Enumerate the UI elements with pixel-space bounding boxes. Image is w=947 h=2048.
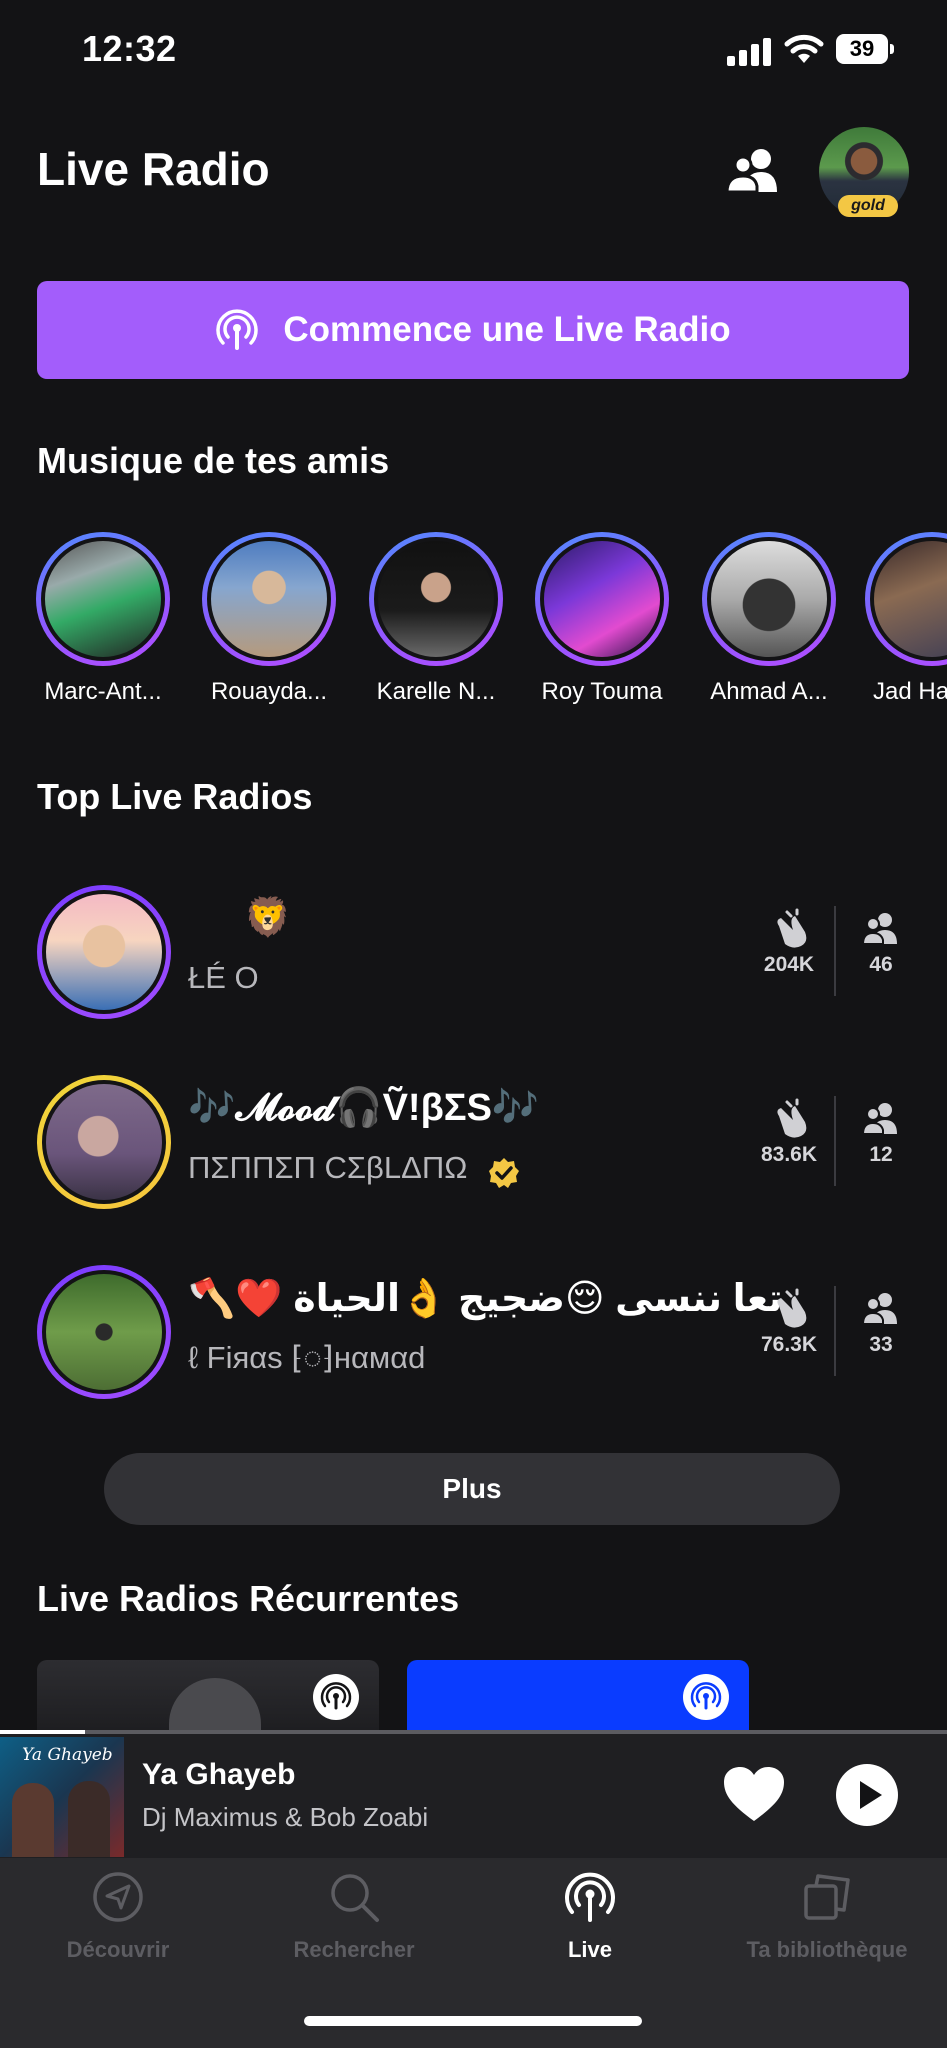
clap-count-value: 204K [763, 953, 815, 976]
radio-host-avatar [42, 1080, 166, 1204]
friend-name: Marc-Ant... [44, 678, 162, 705]
album-art-text: Ya Ghayeb [22, 1745, 113, 1765]
battery-icon: 39 [836, 34, 896, 64]
battery-level: 39 [836, 34, 888, 64]
start-live-radio-label: Commence une Live Radio [283, 310, 731, 349]
clap-count: 76.3K [744, 1286, 834, 1357]
start-live-radio-button[interactable]: Commence une Live Radio [37, 281, 909, 379]
playback-progress-track [0, 1730, 947, 1734]
clap-count: 204K [744, 906, 834, 977]
radio-host-ring [37, 1265, 171, 1399]
listeners-icon [861, 1103, 897, 1135]
listener-count: 46 [836, 906, 926, 977]
search-icon [331, 1874, 379, 1922]
recurring-radio-card[interactable] [407, 1660, 749, 1730]
radio-host-avatar [42, 1270, 166, 1394]
radio-host-ring [37, 885, 171, 1019]
home-indicator [304, 2016, 642, 2026]
page-title: Live Radio [37, 143, 270, 195]
friend-item[interactable]: Ahmad A... [699, 532, 839, 706]
listener-count-value: 46 [869, 953, 893, 976]
friend-item[interactable]: Karelle N... [366, 532, 506, 706]
album-art: Ya Ghayeb [0, 1737, 124, 1857]
listeners-icon [861, 1293, 897, 1325]
compass-icon [93, 1872, 143, 1922]
tab-discover-label: Découvrir [66, 1937, 170, 1962]
track-artist: Dj Maximus & Bob Zoabi [142, 1802, 429, 1832]
friends-icon[interactable] [725, 146, 785, 196]
friend-name: Roy Touma [541, 678, 663, 705]
clap-count-value: 83.6K [760, 1143, 818, 1166]
wifi-icon [784, 34, 824, 63]
verified-badge-icon [489, 1158, 519, 1188]
clap-count: 83.6K [744, 1096, 834, 1167]
friend-name: Ahmad A... [710, 678, 828, 705]
status-time: 12:32 [82, 28, 177, 69]
top-radios-title: Top Live Radios [37, 776, 313, 817]
tab-library-label: Ta bibliothèque [746, 1937, 908, 1962]
radio-title: 🎶𝓜𝓸𝓸𝓭🎧Ṽ!βΣS🎶 [188, 1087, 540, 1129]
friend-avatar [870, 537, 947, 661]
radio-host-name: ℓ Fiяαs ⁅◌⁆нαмαd [188, 1340, 426, 1375]
recurring-section-title: Live Radios Récurrentes [37, 1578, 460, 1619]
recurring-radio-card[interactable] [37, 1660, 379, 1730]
heart-icon[interactable] [722, 1765, 786, 1823]
radio-row[interactable]: 🪓❤️ تعا ننسى 😌ضجيج 👌الحياة ℓ Fiяαs ⁅◌⁆нα… [0, 1262, 947, 1402]
gold-badge: gold [838, 195, 898, 217]
clap-icon [777, 1098, 807, 1138]
tab-live[interactable]: Live [490, 1870, 690, 1963]
friend-item[interactable]: Rouayda... [199, 532, 339, 706]
playback-progress-fill [0, 1730, 86, 1734]
radio-host-name: ŁÉ O [188, 960, 259, 995]
radio-title: 🦁 [244, 897, 292, 939]
live-badge-icon [313, 1674, 359, 1720]
play-icon[interactable] [836, 1764, 898, 1826]
library-icon [804, 1874, 850, 1920]
clap-count-value: 76.3K [760, 1333, 818, 1356]
broadcast-icon [216, 309, 259, 350]
listener-count-value: 12 [869, 1143, 893, 1166]
track-title: Ya Ghayeb [142, 1758, 296, 1791]
friends-section-title: Musique de tes amis [37, 440, 390, 481]
friend-name: Rouayda... [210, 678, 328, 705]
friend-avatar [374, 537, 498, 661]
radio-host-ring [37, 1075, 171, 1209]
friend-avatar [207, 537, 331, 661]
clap-icon [777, 1288, 807, 1328]
tab-search[interactable]: Rechercher [254, 1870, 454, 1963]
recurring-radio-image [169, 1678, 261, 1730]
friend-name: Jad Ha [873, 678, 947, 705]
listener-count: 33 [836, 1286, 926, 1357]
tab-library[interactable]: Ta bibliothèque [727, 1870, 927, 1963]
cellular-signal-icon [727, 38, 771, 66]
friend-item[interactable]: Jad Ha [865, 532, 947, 706]
radio-row[interactable]: 🎶𝓜𝓸𝓸𝓭🎧Ṽ!βΣS🎶 ΠΣΠΠΣΠ CΣβLΔΠΩ 83.6K 12 [0, 1072, 947, 1212]
friend-avatar [41, 537, 165, 661]
live-radio-icon [565, 1872, 615, 1922]
live-badge-icon [683, 1674, 729, 1720]
radio-title: 🪓❤️ تعا ننسى 😌ضجيج 👌الحياة [188, 1278, 783, 1320]
more-radios-button[interactable]: Plus [104, 1453, 840, 1525]
radio-host-avatar [42, 890, 166, 1014]
friend-avatar [707, 537, 831, 661]
listeners-icon [861, 913, 897, 945]
mini-player[interactable] [0, 1730, 947, 1858]
tab-live-label: Live [567, 1937, 613, 1962]
radio-row[interactable]: 🦁 ŁÉ O 204K 46 [0, 882, 947, 1022]
friend-name: Karelle N... [376, 678, 496, 705]
friend-item[interactable]: Roy Touma [532, 532, 672, 706]
radio-host-name: ΠΣΠΠΣΠ CΣβLΔΠΩ [188, 1150, 468, 1185]
friend-item[interactable]: Marc-Ant... [33, 532, 173, 706]
listener-count-value: 33 [869, 1333, 893, 1356]
tab-search-label: Rechercher [293, 1937, 415, 1962]
tab-discover[interactable]: Découvrir [18, 1870, 218, 1963]
clap-icon [777, 908, 807, 948]
friend-avatar [540, 537, 664, 661]
listener-count: 12 [836, 1096, 926, 1167]
